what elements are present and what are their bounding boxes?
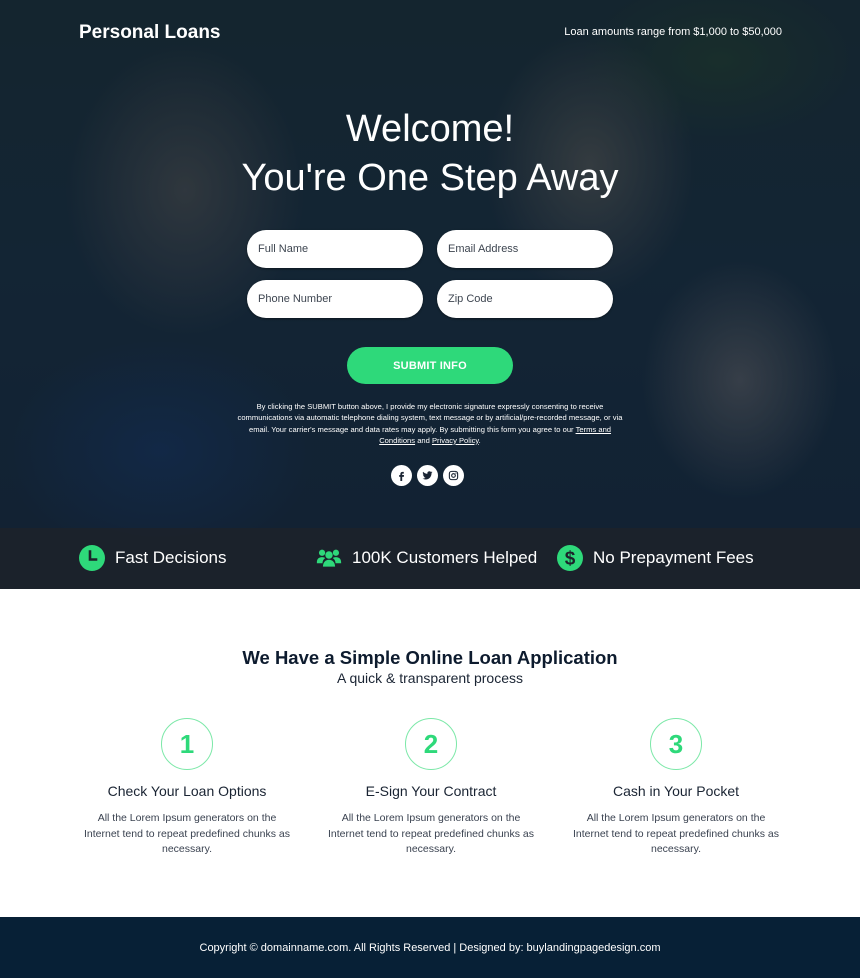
hero-headline: Welcome! You're One Step Away: [0, 105, 860, 203]
process-title: We Have a Simple Online Loan Application: [242, 647, 618, 668]
step-number: 3: [650, 718, 702, 770]
step-title: E-Sign Your Contract: [365, 783, 497, 799]
brand-logo[interactable]: Personal Loans: [79, 22, 221, 44]
copyright-text: Copyright © domainname.com. All Rights R…: [199, 941, 661, 954]
clock-icon: [79, 545, 105, 571]
users-icon: [316, 545, 342, 571]
hero-section: Personal Loans Loan amounts range from $…: [0, 0, 860, 589]
twitter-icon: [422, 471, 433, 480]
feature-label: Fast Decisions: [115, 548, 227, 567]
step-number: 2: [405, 718, 457, 770]
feature-customers-helped: 100K Customers Helped: [316, 545, 537, 571]
process-section: We Have a Simple Online Loan Application…: [0, 589, 860, 917]
disclaimer-text: By clicking the SUBMIT button above, I p…: [237, 402, 623, 434]
step-description: All the Lorem Ipsum generators on the In…: [83, 812, 291, 855]
social-links: [391, 465, 464, 486]
step-number: 1: [161, 718, 213, 770]
consent-disclaimer: By clicking the SUBMIT button above, I p…: [233, 401, 627, 446]
process-step: 3 Cash in Your Pocket All the Lorem Ipsu…: [556, 718, 796, 858]
email-input[interactable]: [437, 230, 613, 268]
disclaimer-end: .: [478, 435, 481, 445]
step-title: Check Your Loan Options: [107, 783, 267, 799]
zip-code-input[interactable]: [437, 280, 613, 318]
feature-no-prepayment-fees: $ No Prepayment Fees: [557, 545, 754, 571]
process-subtitle: A quick & transparent process: [337, 670, 523, 686]
features-bar: Fast Decisions 100K Customers Helped $ N…: [0, 528, 860, 589]
full-name-input[interactable]: [247, 230, 423, 268]
loan-range-text: Loan amounts range from $1,000 to $50,00…: [564, 26, 782, 38]
footer: Copyright © domainname.com. All Rights R…: [0, 917, 860, 978]
privacy-link[interactable]: Privacy Policy: [432, 436, 479, 445]
top-bar: Personal Loans Loan amounts range from $…: [0, 0, 860, 68]
feature-fast-decisions: Fast Decisions: [79, 545, 226, 571]
disclaimer-and: and: [415, 435, 432, 445]
step-description: All the Lorem Ipsum generators on the In…: [572, 812, 780, 855]
instagram-icon: [448, 470, 459, 481]
step-description: All the Lorem Ipsum generators on the In…: [327, 812, 535, 855]
twitter-link[interactable]: [417, 465, 438, 486]
feature-label: 100K Customers Helped: [352, 548, 538, 567]
step-title: Cash in Your Pocket: [612, 783, 740, 799]
instagram-link[interactable]: [443, 465, 464, 486]
phone-input[interactable]: [247, 280, 423, 318]
facebook-icon: [399, 471, 405, 481]
svg-text:$: $: [565, 549, 576, 570]
headline-line-1: Welcome!: [345, 108, 515, 150]
hero-background-image: [0, 0, 860, 589]
dollar-icon: $: [557, 545, 583, 571]
process-step: 1 Check Your Loan Options All the Lorem …: [67, 718, 307, 858]
headline-line-2: You're One Step Away: [241, 157, 619, 199]
submit-button[interactable]: SUBMIT INFO: [347, 347, 513, 384]
facebook-link[interactable]: [391, 465, 412, 486]
feature-label: No Prepayment Fees: [593, 548, 754, 567]
process-step: 2 E-Sign Your Contract All the Lorem Ips…: [311, 718, 551, 858]
